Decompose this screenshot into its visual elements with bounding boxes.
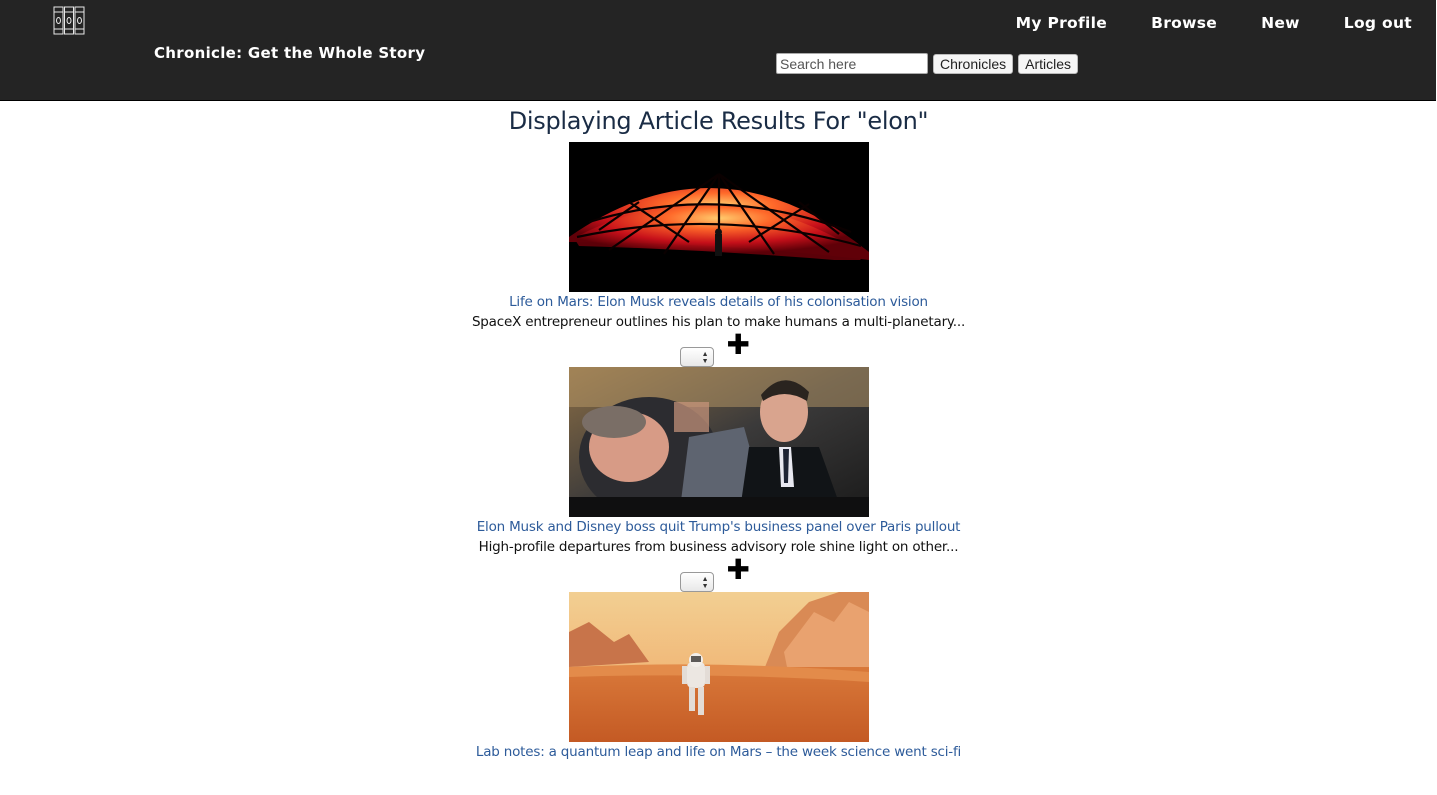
article-item: Lab notes: a quantum leap and life on Ma… [0, 592, 1437, 761]
page-title: Displaying Article Results For "elon" [508, 107, 929, 135]
bookshelf-icon[interactable] [53, 6, 85, 36]
search-form: Chronicles Articles [776, 53, 1079, 74]
article-summary: High-profile departures from business ad… [478, 539, 959, 555]
article-item: Elon Musk and Disney boss quit Trump's b… [0, 367, 1437, 592]
add-to-chronicle-row: ✚ ▲ ▼ [569, 556, 869, 592]
nav-my-profile[interactable]: My Profile [1016, 14, 1107, 32]
main-nav: My Profile Browse New Log out [972, 14, 1412, 32]
plus-icon[interactable]: ✚ [727, 556, 750, 584]
nav-new[interactable]: New [1261, 14, 1300, 32]
add-to-chronicle-row: ✚ ▲ ▼ [569, 331, 869, 367]
article-item: Life on Mars: Elon Musk reveals details … [0, 142, 1437, 367]
results-main: Displaying Article Results For "elon" Li… [0, 101, 1437, 761]
article-image[interactable] [568, 367, 869, 517]
chevron-up-icon: ▲ [701, 351, 709, 358]
article-image[interactable] [568, 142, 869, 292]
search-input[interactable] [776, 53, 928, 74]
top-navbar: Chronicle: Get the Whole Story My Profil… [0, 0, 1436, 101]
nav-log-out[interactable]: Log out [1344, 14, 1412, 32]
article-title-link[interactable]: Lab notes: a quantum leap and life on Ma… [476, 744, 961, 761]
chevron-down-icon: ▼ [701, 358, 709, 365]
search-articles-button[interactable]: Articles [1018, 53, 1079, 74]
plus-icon[interactable]: ✚ [727, 331, 750, 359]
article-title-link[interactable]: Life on Mars: Elon Musk reveals details … [509, 294, 928, 311]
article-image[interactable] [568, 592, 869, 742]
brand-title: Chronicle: Get the Whole Story [154, 44, 426, 62]
chronicle-select[interactable]: ▲ ▼ [679, 347, 714, 367]
chevron-up-icon: ▲ [701, 576, 709, 583]
nav-browse[interactable]: Browse [1151, 14, 1217, 32]
article-title-link[interactable]: Elon Musk and Disney boss quit Trump's b… [477, 519, 961, 536]
search-chronicles-button[interactable]: Chronicles [933, 53, 1014, 74]
article-summary: SpaceX entrepreneur outlines his plan to… [471, 314, 966, 330]
chevron-down-icon: ▼ [701, 583, 709, 590]
chronicle-select[interactable]: ▲ ▼ [679, 572, 714, 592]
